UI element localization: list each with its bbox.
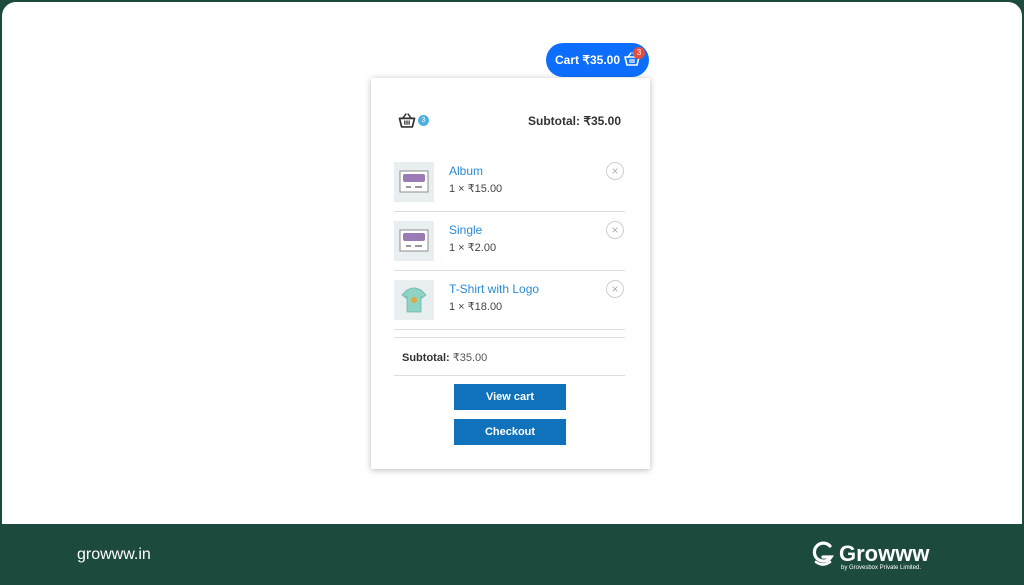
- footer-brand-tagline: by Grovesbox Private Limited.: [841, 565, 922, 571]
- footer-brand-name: Growww: [839, 541, 930, 566]
- product-name-link[interactable]: Single: [449, 223, 482, 237]
- cart-button-label: Cart ₹35.00: [555, 53, 621, 67]
- cart-button[interactable]: Cart ₹35.00 3: [546, 43, 649, 77]
- product-thumbnail[interactable]: [394, 162, 434, 202]
- growww-logo-icon: [812, 540, 834, 575]
- divider: [394, 337, 625, 338]
- basket-icon: [398, 113, 416, 133]
- cart-item: T-Shirt with Logo 1 × ₹18.00 ×: [394, 271, 625, 330]
- remove-item-button[interactable]: ×: [606, 221, 624, 239]
- product-quantity-price: 1 × ₹18.00: [449, 301, 503, 313]
- product-thumbnail[interactable]: [394, 221, 434, 261]
- footer-url: growww.in: [77, 546, 151, 563]
- header-subtotal: Subtotal: ₹35.00: [528, 114, 621, 128]
- product-name-link[interactable]: Album: [449, 164, 483, 178]
- cart-item: Album 1 × ₹15.00 ×: [394, 153, 625, 212]
- checkout-button[interactable]: Checkout: [454, 419, 566, 445]
- footer-subtotal-label: Subtotal:: [402, 352, 450, 364]
- product-thumbnail[interactable]: [394, 280, 434, 320]
- cart-count-badge: 3: [633, 47, 645, 59]
- product-name-link[interactable]: T-Shirt with Logo: [449, 282, 539, 296]
- footer-subtotal: Subtotal: ₹35.00: [402, 351, 487, 364]
- product-quantity-price: 1 × ₹15.00: [449, 183, 503, 195]
- mini-cart-count-badge: 3: [418, 115, 429, 126]
- product-quantity-price: 1 × ₹2.00: [449, 242, 497, 254]
- view-cart-button[interactable]: View cart: [454, 384, 566, 410]
- footer-subtotal-value: ₹35.00: [452, 352, 488, 364]
- remove-item-button[interactable]: ×: [606, 280, 624, 298]
- cart-item: Single 1 × ₹2.00 ×: [394, 212, 625, 271]
- remove-item-button[interactable]: ×: [606, 162, 624, 180]
- divider: [394, 375, 625, 376]
- mini-cart-popup: 3 Subtotal: ₹35.00 Album 1 × ₹15.00 × Si…: [371, 78, 650, 469]
